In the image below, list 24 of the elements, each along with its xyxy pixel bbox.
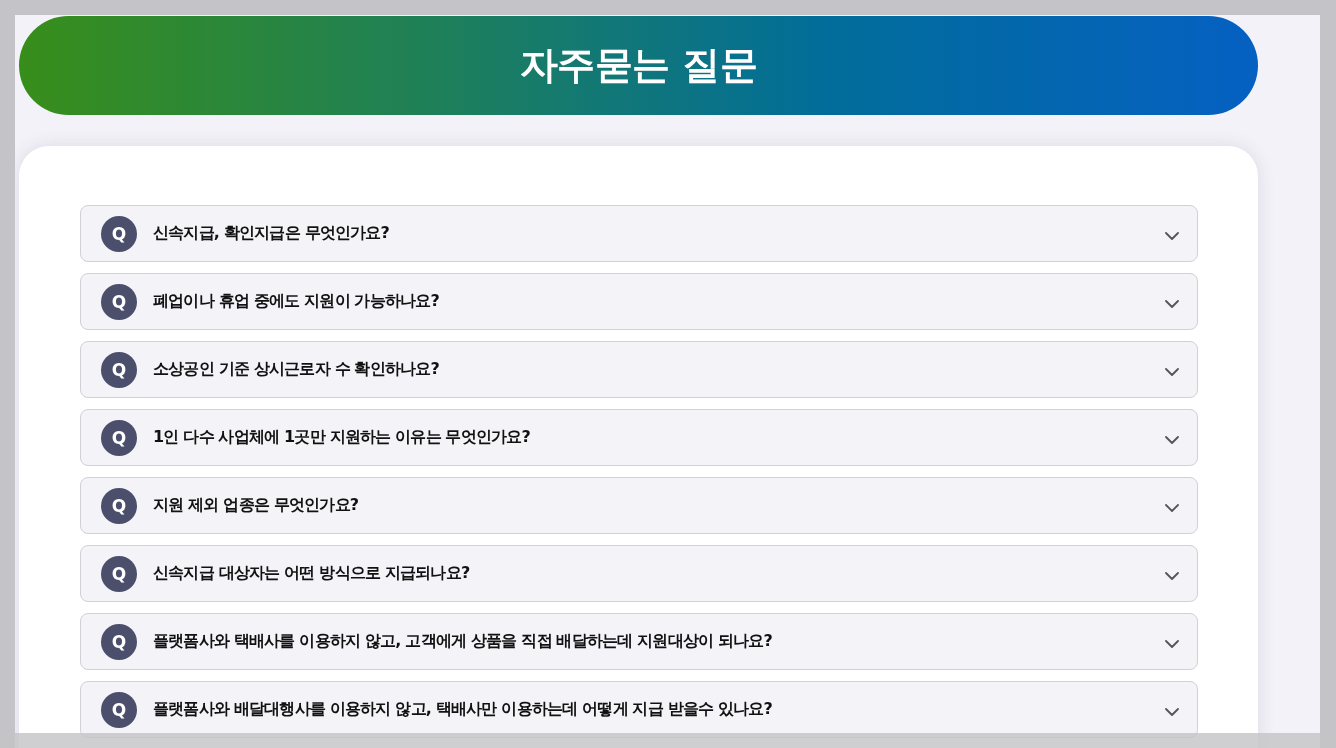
- question-text: 1인 다수 사업체에 1곳만 지원하는 이유는 무엇인가요?: [153, 427, 530, 448]
- question-text: 지원 제외 업종은 무엇인가요?: [153, 495, 359, 516]
- q-marker: Q: [101, 283, 137, 320]
- question-text: 플랫폼사와 택배사를 이용하지 않고, 고객에게 상품을 직접 배달하는데 지원대상이 되나요?: [153, 631, 773, 652]
- q-marker: Q: [101, 691, 137, 728]
- q-marker: Q: [101, 555, 137, 592]
- question-text: 플랫폼사와 배달대행사를 이용하지 않고, 택배사만 이용하는데 어떻게 지급 받을수 있나요?: [153, 699, 773, 720]
- q-marker: Q: [101, 623, 137, 660]
- q-marker: Q: [101, 419, 137, 456]
- question-text: 폐업이나 휴업 중에도 지원이 가능하나요?: [153, 291, 439, 312]
- question-text: 신속지급, 확인지급은 무엇인가요?: [153, 223, 390, 244]
- faq-item[interactable]: Q 플랫폼사와 택배사를 이용하지 않고, 고객에게 상품을 직접 배달하는데 지원대상이 되나요?: [80, 613, 1198, 670]
- faq-item[interactable]: Q 신속지급, 확인지급은 무엇인가요?: [80, 205, 1198, 262]
- q-marker: Q: [101, 351, 137, 388]
- page-title: 자주묻는 질문: [519, 42, 758, 89]
- faq-item[interactable]: Q 1인 다수 사업체에 1곳만 지원하는 이유는 무엇인가요?: [80, 409, 1198, 466]
- faq-item[interactable]: Q 소상공인 기준 상시근로자 수 확인하나요?: [80, 341, 1198, 398]
- question-text: 소상공인 기준 상시근로자 수 확인하나요?: [153, 359, 439, 380]
- faq-item[interactable]: Q 지원 제외 업종은 무엇인가요?: [80, 477, 1198, 534]
- faq-item[interactable]: Q 폐업이나 휴업 중에도 지원이 가능하나요?: [80, 273, 1198, 330]
- faq-item[interactable]: Q 신속지급 대상자는 어떤 방식으로 지급되나요?: [80, 545, 1198, 602]
- q-marker: Q: [101, 487, 137, 524]
- q-marker: Q: [101, 215, 137, 252]
- question-text: 신속지급 대상자는 어떤 방식으로 지급되나요?: [153, 563, 470, 584]
